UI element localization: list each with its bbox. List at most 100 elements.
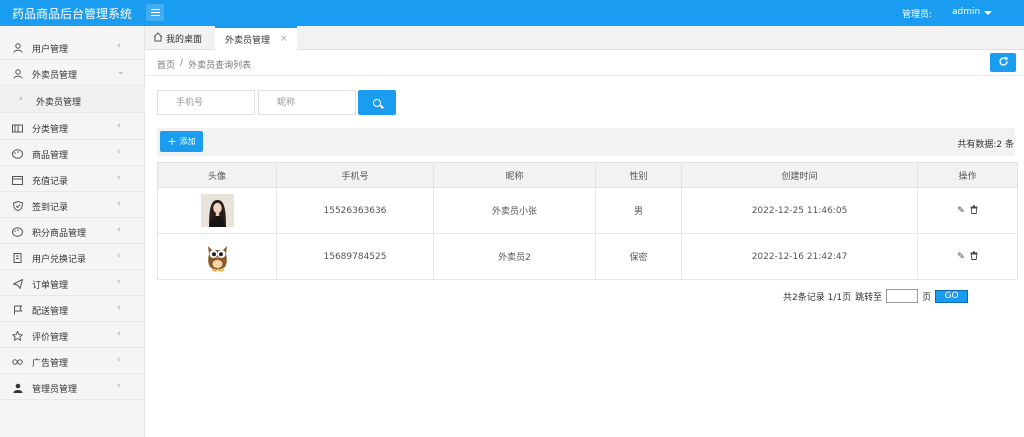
plus-icon: + xyxy=(167,135,177,148)
sidebar-item-user-exchange-records[interactable]: 用户兑换记录 ‹ xyxy=(0,244,145,270)
tab-active-label: 外卖员管理 xyxy=(225,35,271,46)
sidebar-item-label: 评价管理 xyxy=(32,333,69,343)
pagination: 共2条记录 1/1页 跳转至 页 GO xyxy=(783,289,969,303)
add-button-label: 添加 xyxy=(179,137,196,146)
search-icon xyxy=(373,98,381,107)
trash-icon[interactable] xyxy=(970,204,978,217)
chevron-down-icon: ⌄ xyxy=(117,67,125,77)
sidebar-item-points-product-management[interactable]: 积分商品管理 ‹ xyxy=(0,218,145,244)
pagination-jump-label: 跳转至 xyxy=(855,292,883,303)
add-button[interactable]: + 添加 xyxy=(160,131,203,152)
calendar-icon xyxy=(12,174,23,185)
chevron-left-icon: ‹ xyxy=(117,329,121,339)
sidebar-item-label: 外卖员管理 xyxy=(32,71,78,81)
search-button[interactable] xyxy=(358,90,396,115)
created-cell: 2022-12-16 21:42:47 xyxy=(681,233,918,280)
sidebar-item-label: 分类管理 xyxy=(32,125,69,135)
table-header-row: 头像 手机号 昵称 性别 创建时间 操作 xyxy=(157,162,1018,188)
menu-toggle-button[interactable] xyxy=(146,4,164,21)
column-header-created: 创建时间 xyxy=(681,162,918,188)
courier-table: 头像 手机号 昵称 性别 创建时间 操作 15526363636 外卖员小张 男… xyxy=(157,162,1018,280)
trash-icon[interactable] xyxy=(970,250,978,263)
sidebar-item-checkin-records[interactable]: 签到记录 ‹ xyxy=(0,192,145,218)
caret-down-icon xyxy=(984,10,993,15)
edit-icon[interactable]: ✎ xyxy=(957,206,965,216)
sidebar-item-user-management[interactable]: 用户管理 ‹ xyxy=(0,34,145,60)
column-header-actions: 操作 xyxy=(917,162,1018,188)
user-icon xyxy=(12,42,23,53)
breadcrumb-current: 外卖员查询列表 xyxy=(188,61,252,71)
sidebar-item-label: 充值记录 xyxy=(32,177,69,187)
sidebar-item-label: 用户管理 xyxy=(32,45,69,55)
sidebar-item-delivery-management[interactable]: 配送管理 ‹ xyxy=(0,296,145,322)
phone-cell: 15689784525 xyxy=(276,233,434,280)
gender-cell: 保密 xyxy=(595,233,682,280)
pagination-summary: 共2条记录 1/1页 xyxy=(783,292,852,303)
chevron-left-icon: ‹ xyxy=(117,121,121,131)
sidebar-item-label: 用户兑换记录 xyxy=(32,255,87,265)
nickname-search-input[interactable] xyxy=(258,90,356,115)
breadcrumb-home[interactable]: 首页 xyxy=(157,58,175,71)
tab-courier-management[interactable]: 外卖员管理 × xyxy=(215,26,297,50)
close-icon[interactable]: × xyxy=(280,34,288,44)
top-bar: 药品商品后台管理系统 管理员: admin xyxy=(0,0,1024,26)
phone-cell: 15526363636 xyxy=(276,187,434,234)
nickname-cell: 外卖员2 xyxy=(433,233,596,280)
sidebar-item-product-management[interactable]: 商品管理 ‹ xyxy=(0,140,145,166)
avatar-cell xyxy=(157,233,277,280)
sidebar-item-label: 配送管理 xyxy=(32,307,69,317)
shield-check-icon xyxy=(12,200,23,211)
paper-plane-icon xyxy=(12,278,23,289)
breadcrumb: 首页 / 外卖员查询列表 xyxy=(157,58,251,71)
table-toolbar: + 添加 共有数据:2 条 xyxy=(157,128,1015,156)
total-count: 共有数据:2 条 xyxy=(957,140,1014,150)
sidebar-item-review-management[interactable]: 评价管理 ‹ xyxy=(0,322,145,348)
chevron-left-icon: ‹ xyxy=(117,303,121,313)
sidebar-item-label: 签到记录 xyxy=(32,203,69,213)
refresh-button[interactable] xyxy=(990,53,1016,72)
nickname-cell: 外卖员小张 xyxy=(433,187,596,234)
document-icon xyxy=(12,252,23,263)
user-icon xyxy=(12,68,23,79)
admin-user-menu[interactable]: admin xyxy=(952,7,993,17)
sidebar-item-label: 商品管理 xyxy=(32,151,69,161)
avatar xyxy=(200,240,234,273)
link-icon xyxy=(12,356,23,367)
sidebar-item-label: 订单管理 xyxy=(32,281,69,291)
edit-icon[interactable]: ✎ xyxy=(957,252,965,262)
sidebar-item-admin-management[interactable]: 管理员管理 ‹ xyxy=(0,374,145,400)
sidebar-item-ad-management[interactable]: 广告管理 ‹ xyxy=(0,348,145,374)
chevron-left-icon: ‹ xyxy=(117,225,121,235)
sidebar-subitem-courier-management[interactable]: › 外卖员管理 xyxy=(0,87,145,113)
chevron-left-icon: ‹ xyxy=(117,251,121,261)
app-title: 药品商品后台管理系统 xyxy=(12,7,133,21)
sidebar-item-label: 管理员管理 xyxy=(32,385,78,395)
column-header-gender: 性别 xyxy=(595,162,682,188)
column-header-phone: 手机号 xyxy=(276,162,434,188)
breadcrumb-separator: / xyxy=(180,58,184,68)
avatar-cell xyxy=(157,187,277,234)
palette-icon xyxy=(12,226,23,237)
sidebar-item-courier-management[interactable]: 外卖员管理 ⌄ xyxy=(0,60,145,86)
sidebar-item-category-management[interactable]: 分类管理 ‹ xyxy=(0,114,145,140)
go-button[interactable]: GO xyxy=(935,289,969,303)
sidebar-item-label: 积分商品管理 xyxy=(32,229,87,239)
chevron-left-icon: ‹ xyxy=(117,147,121,157)
avatar xyxy=(200,194,234,227)
chevron-left-icon: ‹ xyxy=(117,199,121,209)
sidebar: 用户管理 ‹ 外卖员管理 ⌄ › 外卖员管理 分类管理 ‹ 商品管理 ‹ 充值记… xyxy=(0,26,145,437)
admin-username: admin xyxy=(952,7,981,17)
chevron-left-icon: ‹ xyxy=(117,173,121,183)
created-cell: 2022-12-25 11:46:05 xyxy=(681,187,918,234)
sidebar-item-recharge-records[interactable]: 充值记录 ‹ xyxy=(0,166,145,192)
flag-icon xyxy=(12,304,23,315)
phone-search-input[interactable] xyxy=(157,90,255,115)
sidebar-item-order-management[interactable]: 订单管理 ‹ xyxy=(0,270,145,296)
column-header-avatar: 头像 xyxy=(157,162,277,188)
breadcrumb-bar: 首页 / 外卖员查询列表 xyxy=(145,50,1024,76)
tab-home[interactable]: 我的桌面 xyxy=(153,26,202,50)
page-jump-input[interactable] xyxy=(886,289,919,303)
star-icon xyxy=(12,330,23,341)
pagination-page-unit: 页 xyxy=(922,292,932,303)
chevron-left-icon: ‹ xyxy=(117,355,121,365)
